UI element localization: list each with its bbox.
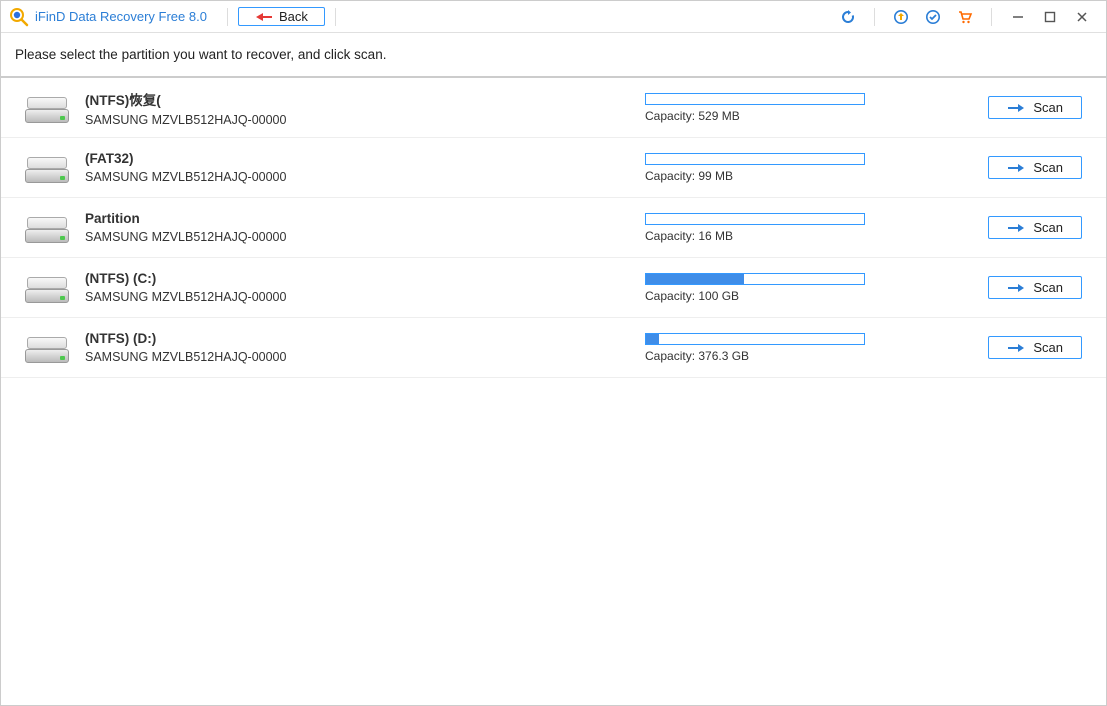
drive-icon	[25, 93, 69, 123]
scan-button-label: Scan	[1033, 160, 1063, 175]
capacity-text: Capacity: 99 MB	[645, 169, 988, 183]
partition-name: (NTFS)恢复(	[85, 89, 645, 109]
app-logo-icon	[9, 7, 29, 27]
capacity-column: Capacity: 100 GB	[645, 273, 988, 303]
device-name: SAMSUNG MZVLB512HAJQ-00000	[85, 170, 645, 184]
arrow-right-icon	[1007, 343, 1025, 353]
partition-info: (NTFS)恢复( SAMSUNG MZVLB512HAJQ-00000	[85, 89, 645, 127]
device-name: SAMSUNG MZVLB512HAJQ-00000	[85, 113, 645, 127]
device-name: SAMSUNG MZVLB512HAJQ-00000	[85, 230, 645, 244]
device-name: SAMSUNG MZVLB512HAJQ-00000	[85, 350, 645, 364]
app-title: iFinD Data Recovery Free 8.0	[35, 9, 207, 24]
arrow-right-icon	[1007, 163, 1025, 173]
arrow-right-icon	[1007, 103, 1025, 113]
cart-icon[interactable]	[949, 3, 981, 31]
device-name: SAMSUNG MZVLB512HAJQ-00000	[85, 290, 645, 304]
partition-name: Partition	[85, 211, 645, 226]
scan-button[interactable]: Scan	[988, 336, 1082, 359]
capacity-text: Capacity: 529 MB	[645, 109, 988, 123]
close-button[interactable]	[1066, 3, 1098, 31]
maximize-button[interactable]	[1034, 3, 1066, 31]
partition-row[interactable]: (NTFS) (C:) SAMSUNG MZVLB512HAJQ-00000 C…	[1, 258, 1106, 318]
capacity-bar	[645, 213, 865, 225]
titlebar: iFinD Data Recovery Free 8.0 Back	[1, 1, 1106, 33]
refresh-icon[interactable]	[832, 3, 864, 31]
partition-row[interactable]: Partition SAMSUNG MZVLB512HAJQ-00000 Cap…	[1, 198, 1106, 258]
partition-row[interactable]: (NTFS) (D:) SAMSUNG MZVLB512HAJQ-00000 C…	[1, 318, 1106, 378]
scan-button[interactable]: Scan	[988, 216, 1082, 239]
arrow-right-icon	[1007, 283, 1025, 293]
capacity-column: Capacity: 99 MB	[645, 153, 988, 183]
partition-info: (NTFS) (D:) SAMSUNG MZVLB512HAJQ-00000	[85, 331, 645, 364]
partition-list: (NTFS)恢复( SAMSUNG MZVLB512HAJQ-00000 Cap…	[1, 78, 1106, 378]
capacity-text: Capacity: 16 MB	[645, 229, 988, 243]
separator-icon	[874, 8, 875, 26]
partition-name: (FAT32)	[85, 151, 645, 166]
scan-button[interactable]: Scan	[988, 156, 1082, 179]
capacity-bar	[645, 153, 865, 165]
arrow-right-icon	[1007, 223, 1025, 233]
capacity-bar	[645, 333, 865, 345]
partition-info: (NTFS) (C:) SAMSUNG MZVLB512HAJQ-00000	[85, 271, 645, 304]
separator-icon	[227, 8, 228, 26]
separator-icon	[991, 8, 992, 26]
capacity-column: Capacity: 529 MB	[645, 93, 988, 123]
capacity-text: Capacity: 100 GB	[645, 289, 988, 303]
separator-icon	[335, 8, 336, 26]
scan-button-label: Scan	[1033, 100, 1063, 115]
arrow-left-icon	[255, 12, 273, 22]
partition-name: (NTFS) (C:)	[85, 271, 645, 286]
partition-row[interactable]: (FAT32) SAMSUNG MZVLB512HAJQ-00000 Capac…	[1, 138, 1106, 198]
drive-icon	[25, 153, 69, 183]
instruction-text: Please select the partition you want to …	[1, 33, 1106, 78]
partition-info: (FAT32) SAMSUNG MZVLB512HAJQ-00000	[85, 151, 645, 184]
capacity-column: Capacity: 16 MB	[645, 213, 988, 243]
capacity-bar	[645, 93, 865, 105]
capacity-text: Capacity: 376.3 GB	[645, 349, 988, 363]
scan-button-label: Scan	[1033, 280, 1063, 295]
drive-icon	[25, 273, 69, 303]
check-icon[interactable]	[917, 3, 949, 31]
partition-name: (NTFS) (D:)	[85, 331, 645, 346]
back-button-label: Back	[279, 9, 308, 24]
capacity-bar	[645, 273, 865, 285]
scan-button[interactable]: Scan	[988, 96, 1082, 119]
minimize-button[interactable]	[1002, 3, 1034, 31]
scan-button[interactable]: Scan	[988, 276, 1082, 299]
scan-button-label: Scan	[1033, 220, 1063, 235]
drive-icon	[25, 333, 69, 363]
partition-row[interactable]: (NTFS)恢复( SAMSUNG MZVLB512HAJQ-00000 Cap…	[1, 78, 1106, 138]
capacity-column: Capacity: 376.3 GB	[645, 333, 988, 363]
back-button[interactable]: Back	[238, 7, 325, 26]
drive-icon	[25, 213, 69, 243]
scan-button-label: Scan	[1033, 340, 1063, 355]
partition-info: Partition SAMSUNG MZVLB512HAJQ-00000	[85, 211, 645, 244]
update-icon[interactable]	[885, 3, 917, 31]
